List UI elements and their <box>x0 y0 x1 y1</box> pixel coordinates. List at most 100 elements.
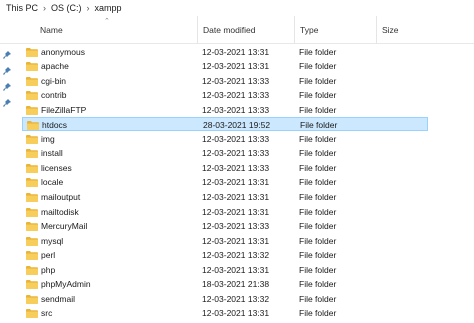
file-date-modified: 12-03-2021 13:33 <box>202 162 270 173</box>
folder-icon <box>26 309 38 319</box>
file-row[interactable]: install 12-03-2021 13:33 File folder <box>22 146 428 160</box>
file-row[interactable]: cgi-bin 12-03-2021 13:33 File folder <box>22 74 428 88</box>
file-date-modified: 12-03-2021 13:31 <box>202 235 270 246</box>
file-date-modified: 12-03-2021 13:33 <box>202 133 270 144</box>
file-name: locale <box>41 177 64 188</box>
file-name: install <box>41 148 63 159</box>
file-date-modified: 12-03-2021 13:31 <box>202 61 270 72</box>
file-type: File folder <box>299 61 337 72</box>
file-name: htdocs <box>42 120 68 131</box>
file-row[interactable]: apache 12-03-2021 13:31 File folder <box>22 59 428 73</box>
file-type: File folder <box>299 90 337 101</box>
file-date-modified: 12-03-2021 13:32 <box>202 293 270 304</box>
file-name: apache <box>41 61 69 72</box>
file-date-modified: 12-03-2021 13:31 <box>202 206 270 217</box>
file-row[interactable]: phpMyAdmin 18-03-2021 21:38 File folder <box>22 277 428 291</box>
column-header-name-label: Name <box>40 25 63 35</box>
breadcrumb: This PC › OS (C:) › xampp <box>0 0 474 16</box>
file-date-modified: 28-03-2021 19:52 <box>203 120 271 131</box>
file-name: anonymous <box>41 46 85 57</box>
column-header-name[interactable]: Name <box>40 16 195 44</box>
file-name: contrib <box>41 90 67 101</box>
pin-icon[interactable] <box>2 66 12 76</box>
file-name: src <box>41 308 53 319</box>
chevron-right-icon[interactable]: › <box>87 3 90 13</box>
file-type: File folder <box>299 46 337 57</box>
file-name: MercuryMail <box>41 221 88 232</box>
folder-icon <box>26 163 38 173</box>
file-row[interactable]: mailtodisk 12-03-2021 13:31 File folder <box>22 205 428 219</box>
pin-icon[interactable] <box>2 82 12 92</box>
column-header-date-label: Date modified <box>203 25 256 35</box>
column-header-date-modified[interactable]: Date modified <box>197 16 295 44</box>
file-row[interactable]: FileZillaFTP 12-03-2021 13:33 File folder <box>22 103 428 117</box>
breadcrumb-os-c[interactable]: OS (C:) <box>51 3 82 13</box>
file-date-modified: 12-03-2021 13:33 <box>202 104 270 115</box>
file-row[interactable]: locale 12-03-2021 13:31 File folder <box>22 175 428 189</box>
file-date-modified: 12-03-2021 13:31 <box>202 264 270 275</box>
file-row[interactable]: mailoutput 12-03-2021 13:31 File folder <box>22 190 428 204</box>
file-type: File folder <box>299 104 337 115</box>
file-type: File folder <box>299 206 337 217</box>
file-type: File folder <box>299 293 337 304</box>
file-row[interactable]: MercuryMail 12-03-2021 13:33 File folder <box>22 219 428 233</box>
folder-icon <box>26 193 38 202</box>
file-row[interactable]: sendmail 12-03-2021 13:32 File folder <box>22 292 428 306</box>
folder-icon <box>26 251 38 261</box>
folder-icon <box>26 134 38 144</box>
file-type: File folder <box>299 308 337 319</box>
file-row[interactable]: php 12-03-2021 13:31 File folder <box>22 263 428 277</box>
file-type: File folder <box>299 235 337 246</box>
folder-icon <box>26 47 38 57</box>
file-date-modified: 12-03-2021 13:33 <box>202 90 270 101</box>
file-type: File folder <box>299 148 337 159</box>
column-header-size[interactable]: Size <box>376 16 436 44</box>
file-row[interactable]: htdocs 28-03-2021 19:52 File folder <box>22 117 428 132</box>
column-header-type[interactable]: Type <box>294 16 376 44</box>
file-name: mailoutput <box>41 192 81 202</box>
file-name: licenses <box>41 162 72 173</box>
breadcrumb-xampp[interactable]: xampp <box>95 3 122 13</box>
file-date-modified: 12-03-2021 13:31 <box>202 192 270 202</box>
folder-icon <box>26 236 38 246</box>
file-row[interactable]: img 12-03-2021 13:33 File folder <box>22 132 428 146</box>
file-type: File folder <box>299 75 337 86</box>
file-date-modified: 12-03-2021 13:31 <box>202 177 270 188</box>
file-type: File folder <box>300 120 338 131</box>
file-name: cgi-bin <box>41 75 67 86</box>
pin-icon[interactable] <box>2 98 12 108</box>
file-date-modified: 12-03-2021 13:33 <box>202 75 270 86</box>
file-name: img <box>41 133 55 144</box>
column-header-bar: ⌃ Name Date modified Type Size <box>0 16 474 44</box>
file-row[interactable]: licenses 12-03-2021 13:33 File folder <box>22 161 428 175</box>
file-type: File folder <box>299 177 337 188</box>
folder-icon <box>26 149 38 159</box>
file-type: File folder <box>299 250 337 261</box>
breadcrumb-this-pc[interactable]: This PC <box>6 3 38 13</box>
file-date-modified: 12-03-2021 13:32 <box>202 250 270 261</box>
folder-icon <box>26 178 38 188</box>
file-date-modified: 12-03-2021 13:31 <box>202 308 270 319</box>
file-name: perl <box>41 250 56 261</box>
folder-icon <box>26 207 38 217</box>
file-name: sendmail <box>41 293 76 304</box>
pin-icon[interactable] <box>2 50 12 60</box>
file-row[interactable]: mysql 12-03-2021 13:31 File folder <box>22 234 428 248</box>
folder-icon <box>26 222 38 232</box>
folder-icon <box>26 76 38 86</box>
folder-icon <box>26 294 38 304</box>
file-type: File folder <box>299 279 337 290</box>
file-date-modified: 12-03-2021 13:31 <box>202 46 270 57</box>
file-row[interactable]: anonymous 12-03-2021 13:31 File folder <box>22 45 428 59</box>
file-row[interactable]: contrib 12-03-2021 13:33 File folder <box>22 88 428 102</box>
folder-icon <box>27 121 39 131</box>
file-row[interactable]: perl 12-03-2021 13:32 File folder <box>22 248 428 262</box>
file-name: mysql <box>41 235 64 246</box>
file-type: File folder <box>299 264 337 275</box>
file-date-modified: 18-03-2021 21:38 <box>202 279 270 290</box>
folder-icon <box>26 105 38 115</box>
file-type: File folder <box>299 133 337 144</box>
file-row[interactable]: src 12-03-2021 13:31 File folder <box>22 306 428 320</box>
chevron-right-icon[interactable]: › <box>43 3 46 13</box>
column-header-type-label: Type <box>300 25 319 35</box>
